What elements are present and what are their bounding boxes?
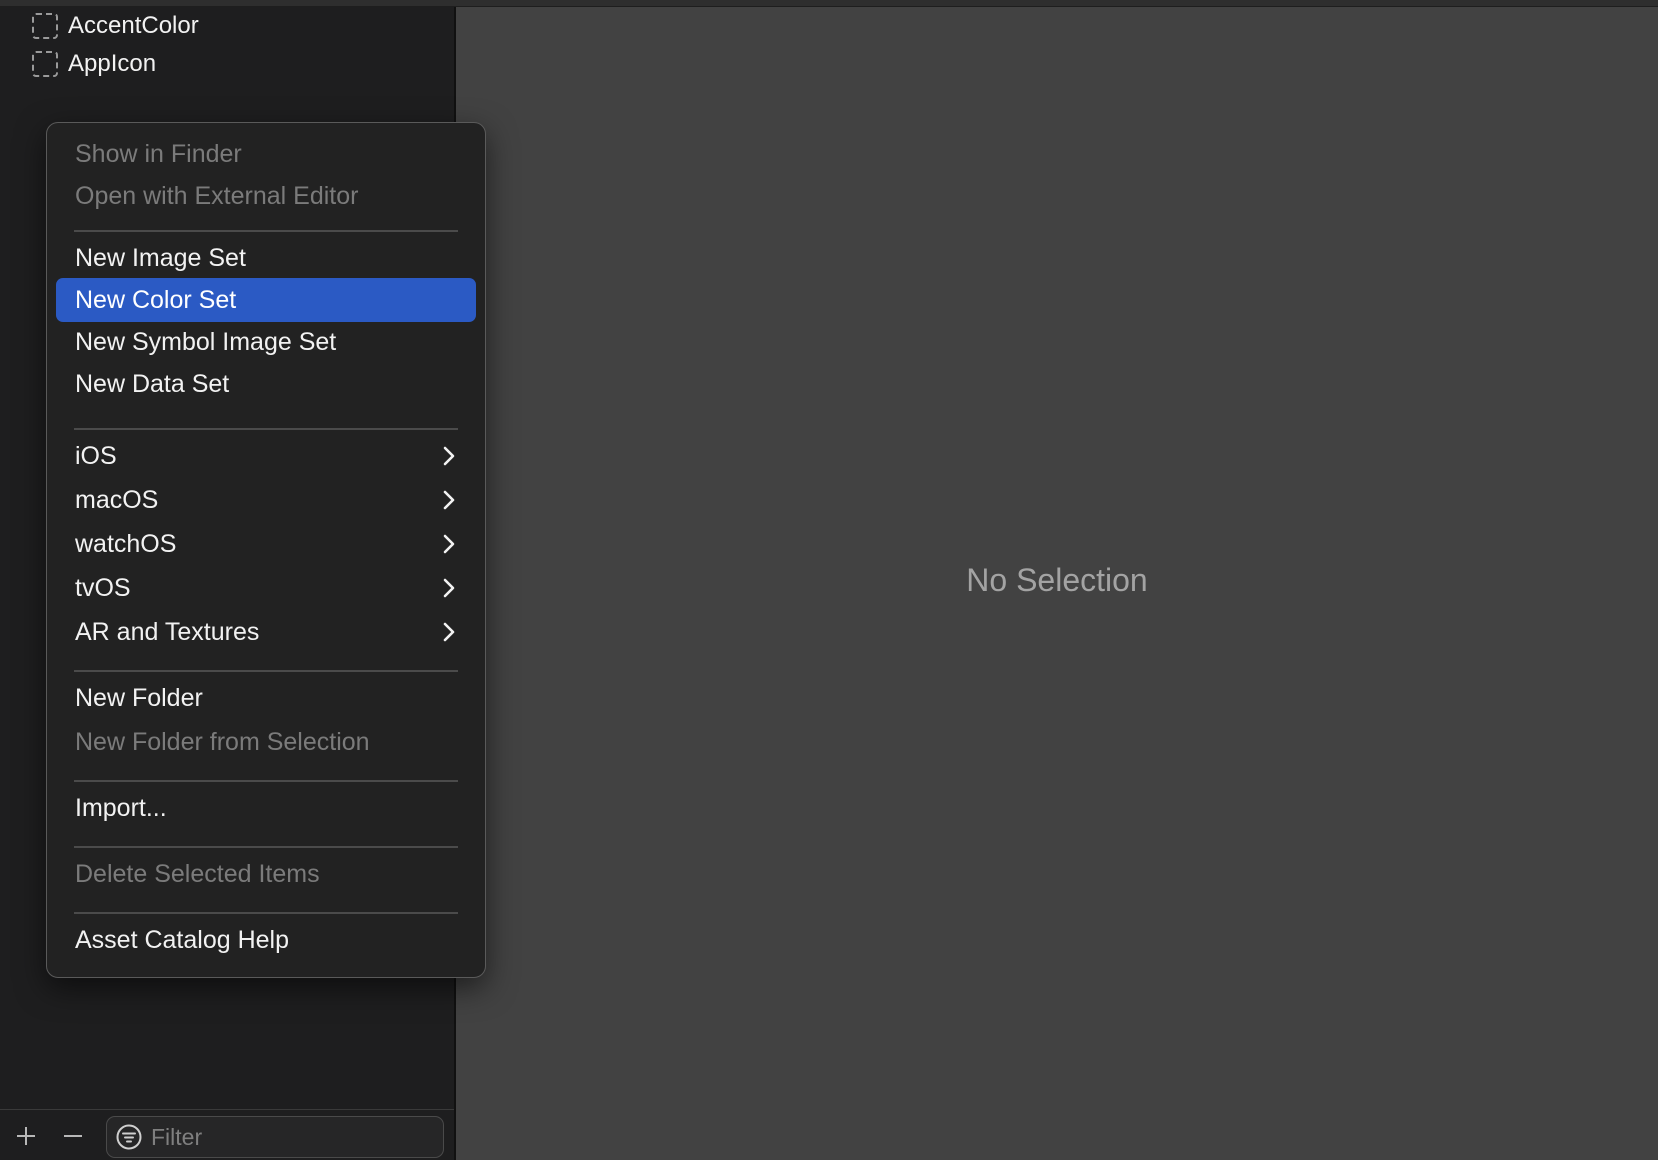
menu-item-ar-textures-submenu[interactable]: AR and Textures: [56, 610, 476, 654]
menu-separator: [74, 230, 458, 232]
xcode-asset-catalog-window: AccentColor AppIcon Filter No Selection …: [0, 0, 1658, 1160]
menu-item-label: Show in Finder: [75, 139, 242, 168]
menu-item-tvos-submenu[interactable]: tvOS: [56, 566, 476, 610]
menu-item-show-in-finder[interactable]: Show in Finder: [56, 132, 476, 176]
menu-item-label: Delete Selected Items: [75, 859, 320, 888]
filter-input[interactable]: [149, 1122, 423, 1152]
chevron-right-icon: [443, 534, 455, 554]
menu-item-label: iOS: [75, 441, 117, 470]
menu-item-new-symbol-image-set[interactable]: New Symbol Image Set: [56, 320, 476, 364]
add-asset-button[interactable]: [8, 1118, 44, 1154]
chevron-right-icon: [443, 446, 455, 466]
menu-separator: [74, 780, 458, 782]
menu-item-new-color-set[interactable]: New Color Set: [56, 278, 476, 322]
window-top-edge: [0, 0, 1658, 7]
menu-item-label: Open with External Editor: [75, 181, 359, 210]
menu-item-asset-catalog-help[interactable]: Asset Catalog Help: [56, 918, 476, 962]
menu-item-label: tvOS: [75, 573, 131, 602]
chevron-right-icon: [443, 578, 455, 598]
context-menu: Show in Finder Open with External Editor…: [46, 122, 486, 978]
menu-item-label: New Folder: [75, 683, 203, 712]
menu-item-label: AR and Textures: [75, 617, 260, 646]
asset-label: AccentColor: [68, 12, 199, 39]
asset-row-accentcolor[interactable]: AccentColor: [32, 9, 199, 43]
menu-item-label: New Color Set: [75, 285, 237, 314]
app-icon-set-icon: [32, 51, 58, 77]
remove-asset-button[interactable]: [55, 1118, 91, 1154]
menu-item-label: Asset Catalog Help: [75, 925, 290, 954]
menu-item-new-folder-from-selection[interactable]: New Folder from Selection: [56, 720, 476, 764]
menu-item-ios-submenu[interactable]: iOS: [56, 434, 476, 478]
sidebar-bottom-bar: [0, 1109, 454, 1160]
menu-item-import[interactable]: Import...: [56, 786, 476, 830]
menu-separator: [74, 428, 458, 430]
filter-field[interactable]: [106, 1116, 444, 1158]
menu-separator: [74, 846, 458, 848]
menu-item-label: New Image Set: [75, 243, 246, 272]
filter-icon: [116, 1124, 142, 1150]
menu-item-new-image-set[interactable]: New Image Set: [56, 236, 476, 280]
asset-editor-area: No Selection: [456, 7, 1658, 1160]
asset-row-appicon[interactable]: AppIcon: [32, 47, 156, 81]
menu-item-label: watchOS: [75, 529, 177, 558]
menu-item-delete-selected-items[interactable]: Delete Selected Items: [56, 852, 476, 896]
menu-item-label: Import...: [75, 793, 167, 822]
menu-item-label: New Data Set: [75, 369, 230, 398]
menu-item-macos-submenu[interactable]: macOS: [56, 478, 476, 522]
menu-separator: [74, 912, 458, 914]
chevron-right-icon: [443, 622, 455, 642]
chevron-right-icon: [443, 490, 455, 510]
menu-item-label: macOS: [75, 485, 159, 514]
menu-item-new-data-set[interactable]: New Data Set: [56, 362, 476, 406]
menu-item-open-external-editor[interactable]: Open with External Editor: [56, 174, 476, 218]
menu-item-label: New Folder from Selection: [75, 727, 370, 756]
menu-item-new-folder[interactable]: New Folder: [56, 676, 476, 720]
menu-separator: [74, 670, 458, 672]
minus-icon: [64, 1135, 82, 1137]
menu-item-watchos-submenu[interactable]: watchOS: [56, 522, 476, 566]
plus-icon: [17, 1127, 35, 1145]
asset-label: AppIcon: [68, 50, 157, 77]
color-set-icon: [32, 13, 58, 39]
no-selection-label: No Selection: [966, 562, 1148, 598]
menu-item-label: New Symbol Image Set: [75, 327, 337, 356]
